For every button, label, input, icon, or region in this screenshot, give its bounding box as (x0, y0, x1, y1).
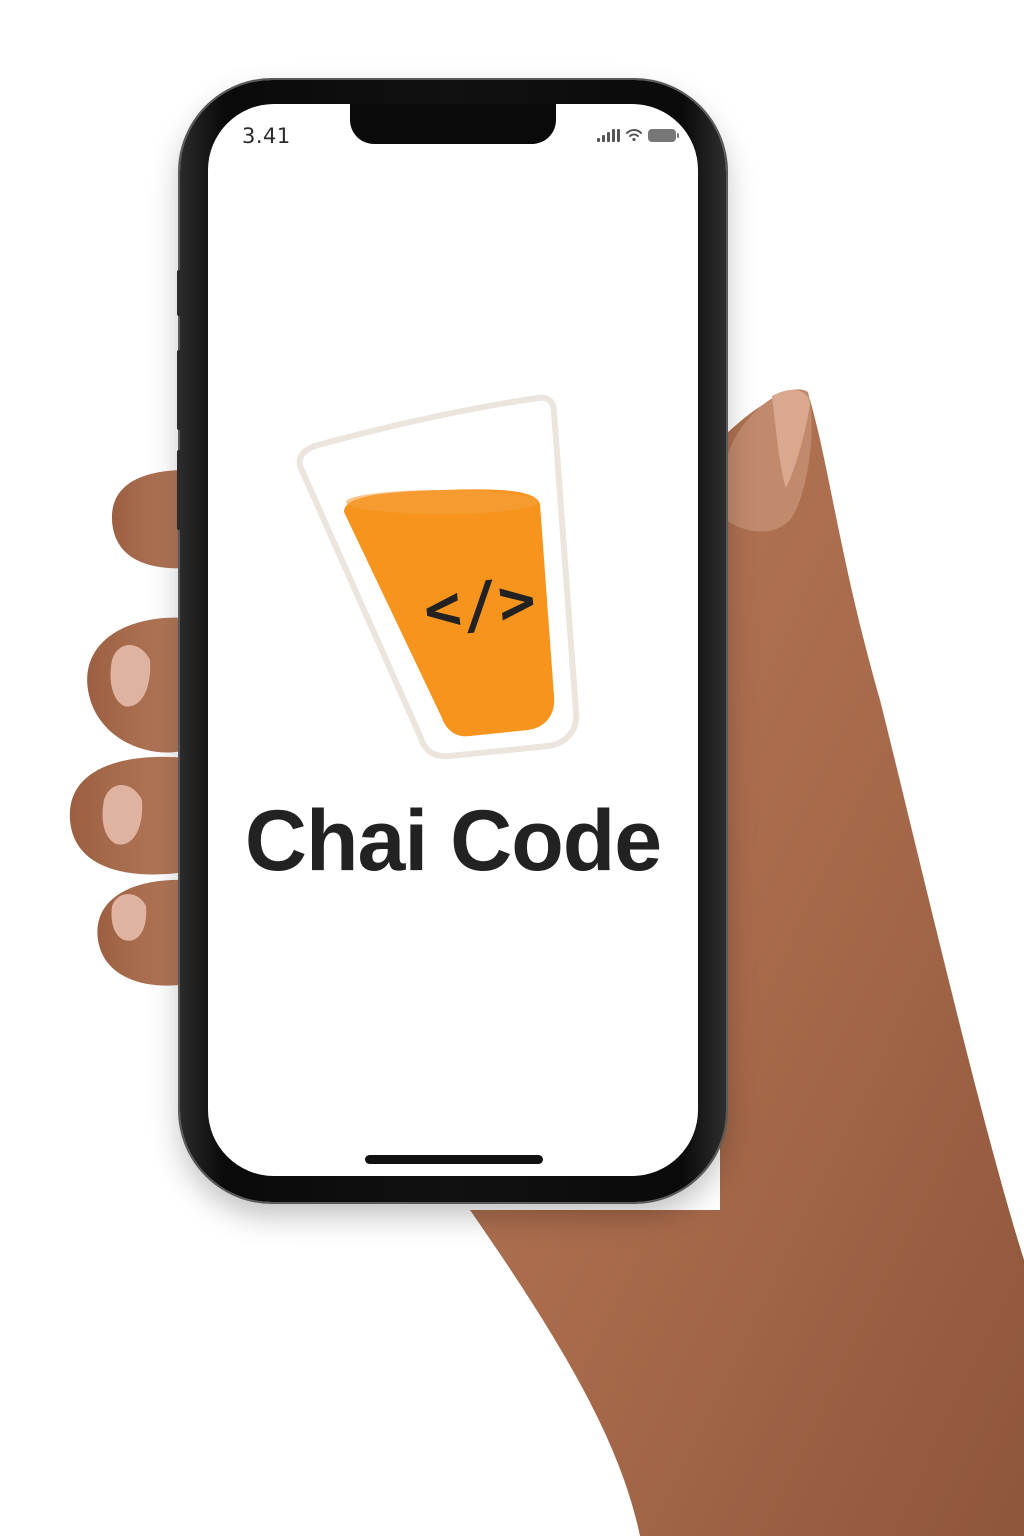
phone-screen: 3.41 </> Chai Code (208, 104, 698, 1176)
phone-frame: 3.41 </> Chai Code (177, 80, 726, 1202)
battery-icon (648, 128, 679, 142)
status-icons (597, 128, 679, 142)
wifi-icon (626, 129, 642, 142)
chai-glass-code-icon: </> (296, 394, 580, 760)
status-time: 3.41 (242, 124, 291, 148)
app-title: Chai Code (244, 793, 662, 889)
volume-down-button (177, 450, 181, 530)
mockup-stage: 3.41 </> Chai Code (0, 0, 1024, 1536)
home-indicator[interactable] (365, 1155, 543, 1164)
volume-up-button (177, 350, 181, 430)
side-button (177, 270, 181, 316)
code-glyph: </> (420, 562, 539, 646)
signal-icon (597, 128, 620, 142)
camera-notch (350, 104, 556, 144)
